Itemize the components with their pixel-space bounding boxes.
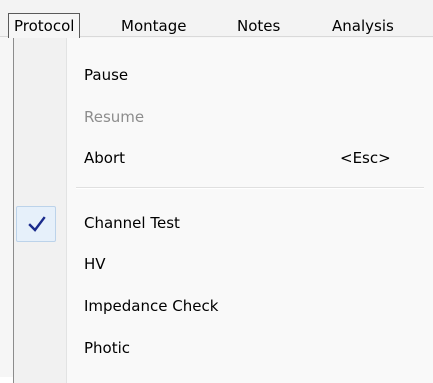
checkmark-icon — [28, 216, 46, 232]
menu-item-resume: Resume — [14, 97, 424, 137]
menu-item-label: Photic — [84, 339, 131, 357]
menu-item-label: Abort — [84, 149, 126, 167]
menu-item-label: Resume — [84, 108, 145, 126]
menu-notes[interactable]: Notes — [237, 13, 280, 39]
menu-montage[interactable]: Montage — [121, 13, 186, 39]
menu-item-pause[interactable]: Pause — [14, 55, 424, 95]
application-window: Protocol Montage Notes Analysis Pause Re… — [0, 0, 433, 383]
menu-item-abort[interactable]: Abort <Esc> — [14, 138, 424, 178]
protocol-dropdown-menu: Pause Resume Abort <Esc> Channel Test HV… — [13, 38, 433, 383]
menu-item-hv[interactable]: HV — [14, 244, 424, 284]
menu-item-label: Pause — [84, 66, 129, 84]
menu-item-label: Impedance Check — [84, 297, 219, 315]
check-highlight — [16, 206, 56, 242]
menu-item-shortcut: <Esc> — [340, 149, 391, 167]
menu-separator — [76, 187, 424, 189]
menu-item-impedance-check[interactable]: Impedance Check — [14, 286, 424, 326]
menu-analysis[interactable]: Analysis — [332, 13, 394, 39]
menu-item-label: HV — [84, 255, 106, 273]
menu-item-channel-test[interactable]: Channel Test — [14, 203, 424, 243]
menu-item-label: Channel Test — [84, 214, 180, 232]
menu-protocol[interactable]: Protocol — [8, 13, 81, 38]
menu-bar: Protocol Montage Notes Analysis — [0, 0, 433, 39]
menu-item-photic[interactable]: Photic — [14, 328, 424, 368]
